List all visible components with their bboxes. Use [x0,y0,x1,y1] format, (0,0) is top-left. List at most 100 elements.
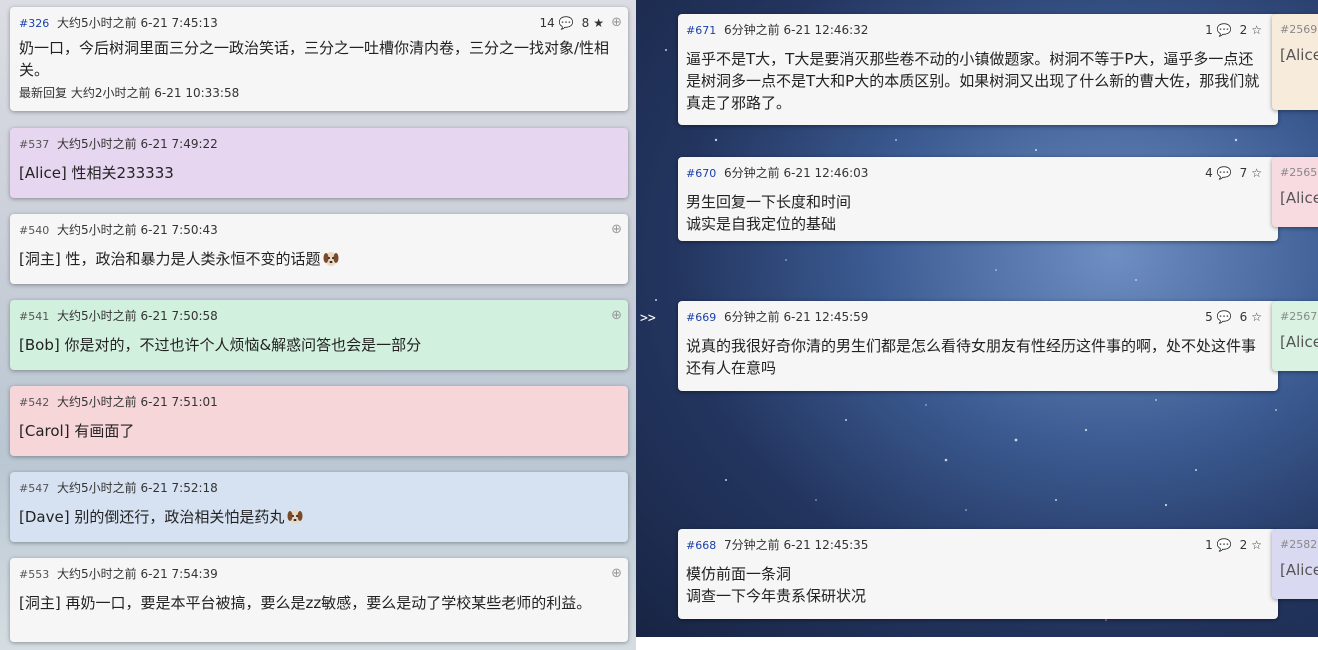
reply-preview-id: #2569 [1280,23,1318,36]
reply-header: #547 大约5小时之前 6-21 7:52:18 [19,480,618,496]
comment-count: 5 [1205,310,1213,324]
collapse-toggle-button[interactable]: >> [640,311,656,326]
comment-icon: 💬 [1216,166,1232,180]
star-count: 7 [1239,166,1248,180]
post-text: 逼乎不是T大，T大是要消灭那些卷不动的小镇做题家。树洞不等于P大，逼乎多一点还是… [686,50,1260,112]
reply-header: #540 大约5小时之前 6-21 7:50:43 ⊕ [19,222,622,238]
post-stats: 4 💬 7 ☆ [1201,165,1262,181]
post-id[interactable]: #668 [686,539,716,552]
post-feed-pane[interactable]: >> #671 6分钟之前 6-21 12:46:32 1 💬 2 ☆ 逼乎不是T大… [636,0,1318,637]
reply-card[interactable]: #540 大约5小时之前 6-21 7:50:43 ⊕ [洞主] 性，政治和暴力… [10,214,628,284]
star-count: 2 [1239,538,1248,552]
comment-count: 4 [1205,166,1213,180]
post-id[interactable]: #671 [686,24,716,37]
post-card[interactable]: #668 7分钟之前 6-21 12:45:35 1 💬 2 ☆ 模仿前面一条洞 调… [678,529,1278,619]
reply-preview-id: #2582 [1280,538,1318,551]
reply-time: 大约5小时之前 6-21 7:49:22 [57,137,218,151]
post-text: 模仿前面一条洞 调查一下今年贵系保研状况 [686,565,867,605]
post-time: 7分钟之前 6-21 12:45:35 [724,538,869,552]
locate-icon[interactable]: ⊕ [611,222,622,238]
post-text: 说真的我很好奇你清的男生们都是怎么看待女朋友有性经历这件事的啊，处不处这件事还有… [686,337,1257,377]
dog-face-icon [323,252,339,266]
reply-preview[interactable]: #2567 [Alice [1272,301,1318,371]
reply-id[interactable]: #547 [19,482,49,495]
reply-id[interactable]: #542 [19,396,49,409]
comment-icon: 💬 [1216,538,1232,552]
post-stats: 5 💬 6 ☆ [1201,309,1262,325]
post-header: #671 6分钟之前 6-21 12:46:32 1 💬 2 ☆ [686,22,1268,38]
locate-icon[interactable]: ⊕ [611,566,622,582]
post-id[interactable]: #670 [686,167,716,180]
star-count: 2 [1239,23,1248,37]
reply-id[interactable]: #540 [19,224,49,237]
post-header: #669 6分钟之前 6-21 12:45:59 5 💬 6 ☆ [686,309,1268,325]
reply-preview-text: [Alice [1280,46,1318,64]
reply-preview[interactable]: #2565 [Alice [1272,157,1318,227]
post-id[interactable]: #326 [19,17,49,30]
post-time: 6分钟之前 6-21 12:45:59 [724,310,869,324]
comment-count: 1 [1205,23,1213,37]
reply-time: 大约5小时之前 6-21 7:50:43 [57,223,218,237]
reply-preview-text: [Alice [1280,333,1318,351]
reply-time: 大约5小时之前 6-21 7:54:39 [57,567,218,581]
post-id[interactable]: #669 [686,311,716,324]
thread-detail-pane: #326 大约5小时之前 6-21 7:45:13 14 💬 8 ★ ⊕ 奶一口，今… [0,0,636,650]
reply-preview-text: [Alice [1280,189,1318,207]
comment-count: 1 [1205,538,1213,552]
reply-preview[interactable]: #2582 [Alice [1272,529,1318,599]
post-header: #668 7分钟之前 6-21 12:45:35 1 💬 2 ☆ [686,537,1268,553]
main-post-card[interactable]: #326 大约5小时之前 6-21 7:45:13 14 💬 8 ★ ⊕ 奶一口，今… [10,7,628,111]
post-header: #670 6分钟之前 6-21 12:46:03 4 💬 7 ☆ [686,165,1268,181]
star-outline-icon[interactable]: ☆ [1251,23,1262,37]
reply-preview[interactable]: #2569 [Alice [1272,14,1318,110]
reply-card[interactable]: #542 大约5小时之前 6-21 7:51:01 [Carol] 有画面了 [10,386,628,456]
locate-icon[interactable]: ⊕ [611,308,622,324]
post-card[interactable]: #669 6分钟之前 6-21 12:45:59 5 💬 6 ☆ 说真的我很好奇你清… [678,301,1278,391]
reply-header: #542 大约5小时之前 6-21 7:51:01 [19,394,618,410]
reply-id[interactable]: #553 [19,568,49,581]
post-stats: 14 💬 8 ★ [536,15,604,31]
reply-text: [Carol] 有画面了 [19,422,135,440]
reply-time: 大约5小时之前 6-21 7:52:18 [57,481,218,495]
reply-card[interactable]: #553 大约5小时之前 6-21 7:54:39 ⊕ [洞主] 再奶一口，要是… [10,558,628,642]
reply-id[interactable]: #537 [19,138,49,151]
dog-face-icon [287,510,303,524]
post-time: 大约5小时之前 6-21 7:45:13 [57,16,218,30]
post-time: 6分钟之前 6-21 12:46:32 [724,23,869,37]
reply-preview-id: #2567 [1280,310,1318,323]
reply-header: #541 大约5小时之前 6-21 7:50:58 ⊕ [19,308,622,324]
reply-text: [洞主] 性，政治和暴力是人类永恒不变的话题 [19,250,321,268]
reply-preview-text: [Alice [1280,561,1318,579]
latest-reply-time: 最新回复 大约2小时之前 6-21 10:33:58 [19,86,240,100]
post-card[interactable]: #670 6分钟之前 6-21 12:46:03 4 💬 7 ☆ 男生回复一下长度和… [678,157,1278,241]
post-text: 男生回复一下长度和时间 诚实是自我定位的基础 [686,193,852,233]
comment-icon: 💬 [1216,23,1232,37]
reply-time: 大约5小时之前 6-21 7:50:58 [57,309,218,323]
reply-preview-id: #2565 [1280,166,1318,179]
comment-icon: 💬 [1216,310,1232,324]
post-card[interactable]: #671 6分钟之前 6-21 12:46:32 1 💬 2 ☆ 逼乎不是T大，T大… [678,14,1278,125]
post-time: 6分钟之前 6-21 12:46:03 [724,166,869,180]
reply-id[interactable]: #541 [19,310,49,323]
comment-icon: 💬 [558,16,574,30]
reply-text: [Bob] 你是对的，不过也许个人烦恼&解惑问答也会是一部分 [19,336,422,354]
reply-card[interactable]: #547 大约5小时之前 6-21 7:52:18 [Dave] 别的倒还行，政… [10,472,628,542]
reply-header: #537 大约5小时之前 6-21 7:49:22 [19,136,618,152]
locate-icon[interactable]: ⊕ [611,15,622,31]
star-outline-icon[interactable]: ☆ [1251,310,1262,324]
post-text: 奶一口，今后树洞里面三分之一政治笑话，三分之一吐槽你清内卷，三分之一找对象/性相… [19,39,610,79]
reply-text: [洞主] 再奶一口，要是本平台被搞，要么是zz敏感，要么是动了学校某些老师的利益… [19,594,592,612]
star-outline-icon[interactable]: ☆ [1251,538,1262,552]
comment-count: 14 [539,16,555,30]
post-header: #326 大约5小时之前 6-21 7:45:13 14 💬 8 ★ ⊕ [19,15,622,31]
reply-text: [Alice] 性相关233333 [19,164,174,182]
star-count: 8 [581,16,590,30]
post-stats: 1 💬 2 ☆ [1201,22,1262,38]
star-filled-icon[interactable]: ★ [593,16,604,30]
reply-text: [Dave] 别的倒还行，政治相关怕是药丸 [19,508,285,526]
star-outline-icon[interactable]: ☆ [1251,166,1262,180]
reply-card[interactable]: #537 大约5小时之前 6-21 7:49:22 [Alice] 性相关233… [10,128,628,198]
star-count: 6 [1239,310,1248,324]
post-stats: 1 💬 2 ☆ [1201,537,1262,553]
reply-card[interactable]: #541 大约5小时之前 6-21 7:50:58 ⊕ [Bob] 你是对的，不… [10,300,628,370]
